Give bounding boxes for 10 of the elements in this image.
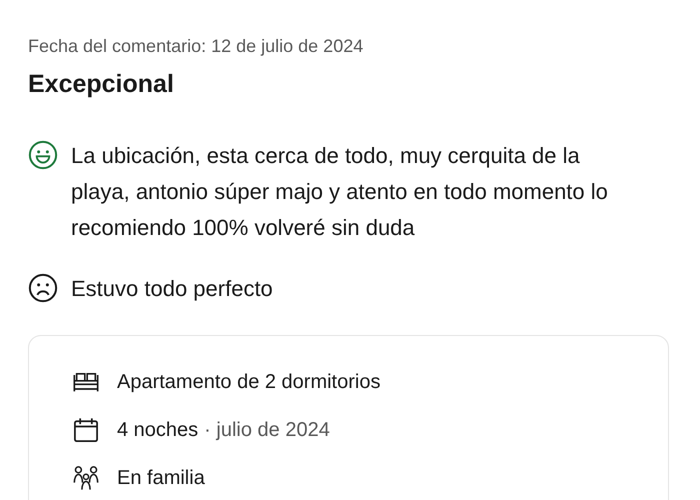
review-date: Fecha del comentario: 12 de julio de 2024 bbox=[28, 35, 364, 58]
positive-comment: La ubicación, esta cerca de todo, muy cerquita de la playa, antonio súper majo y atento en todo momento lo recomiendo 100% volveré sin duda bbox=[71, 142, 609, 242]
stay-detail: Apartamento de 2 dormitorios bbox=[117, 370, 380, 394]
stay-detail: En familia bbox=[117, 466, 205, 490]
family-icon bbox=[72, 464, 100, 492]
stay-detail: 4 noches bbox=[117, 418, 198, 442]
review-score-label: Excepcional bbox=[28, 69, 175, 100]
negative-comment: Estuvo todo perfecto bbox=[71, 275, 273, 303]
stay-month: · julio de 2024 bbox=[204, 418, 330, 442]
calendar-icon bbox=[72, 416, 100, 444]
